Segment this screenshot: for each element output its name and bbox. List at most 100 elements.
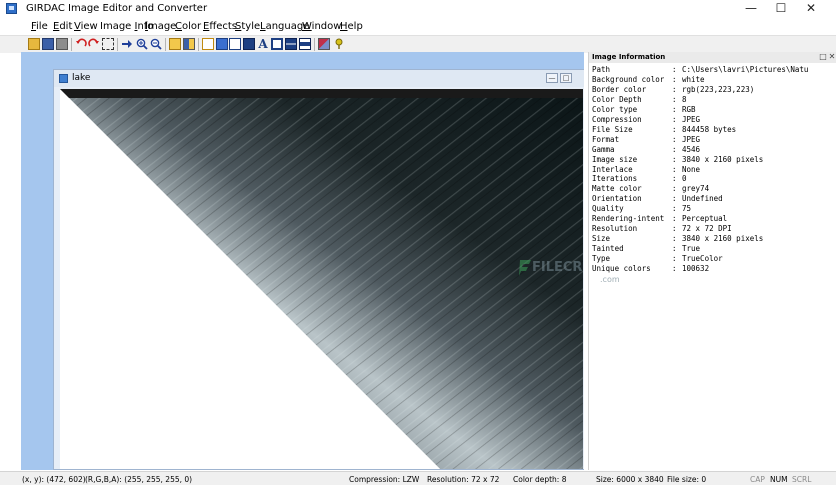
panel-title: Image Information [592, 53, 666, 61]
info-key: Orientation [592, 194, 642, 204]
menu-window[interactable]: Window [302, 21, 341, 32]
info-row: Format: JPEG [592, 135, 700, 145]
menu-edit[interactable]: Edit [53, 21, 72, 32]
print-icon[interactable] [56, 38, 68, 50]
toolbar-separator [165, 38, 166, 51]
eraser-icon[interactable] [318, 38, 330, 50]
layers-icon[interactable] [243, 38, 255, 50]
save-icon[interactable] [42, 38, 54, 50]
info-separator: : [672, 194, 677, 204]
watermark: FILECR .com [518, 258, 620, 290]
zoom-out-icon[interactable] [150, 38, 162, 50]
panel-icon[interactable] [169, 38, 181, 50]
window-title: GIRDAC Image Editor and Converter [26, 3, 208, 14]
app-icon [6, 3, 17, 14]
info-separator: : [672, 204, 677, 214]
info-separator: : [672, 184, 677, 194]
info-key: Color type [592, 104, 638, 114]
info-key: Unique colors [592, 264, 651, 273]
info-separator: : [672, 164, 677, 174]
zoom-in-icon[interactable] [136, 38, 148, 50]
info-row: Path: C:\Users\lavri\Pictures\Natu [592, 65, 808, 75]
info-row: Type: TrueColor [592, 254, 723, 264]
info-value: 100632 [682, 264, 710, 273]
info-separator: : [672, 134, 677, 144]
info-key: Quality [592, 204, 624, 214]
info-row: Image size:3840 x 2160 pixels [592, 155, 763, 165]
image-canvas[interactable] [60, 89, 583, 469]
info-separator: : [672, 174, 677, 184]
info-value: rgb(223,223,223) [682, 84, 755, 94]
info-separator: : [672, 234, 677, 244]
panel-restore-button[interactable]: □ [819, 53, 827, 61]
menu-color[interactable]: Color [175, 21, 201, 32]
info-key: Size [592, 234, 611, 244]
split-h-icon[interactable] [285, 38, 297, 50]
menu-bar: File Edit View Image Info Image Color Ef… [0, 19, 836, 35]
info-separator: : [672, 65, 677, 74]
info-value: C:\Users\lavri\Pictures\Natu [682, 65, 809, 74]
info-separator: : [672, 224, 677, 234]
status-cap: CAP [750, 475, 765, 484]
undo-icon[interactable] [75, 38, 87, 50]
info-key: Interlace [592, 164, 633, 174]
info-value: 0 [682, 174, 687, 184]
title-bar: GIRDAC Image Editor and Converter — ☐ ✕ [0, 0, 836, 18]
frame-icon[interactable] [271, 38, 283, 50]
panel-close-button[interactable]: ✕ [828, 53, 836, 61]
status-num: NUM [770, 475, 788, 484]
toolbar-separator [117, 38, 118, 51]
split-v-icon[interactable] [299, 38, 311, 50]
menu-file[interactable]: File [31, 21, 48, 32]
info-value: Undefined [682, 194, 723, 204]
menu-image[interactable]: Image [145, 21, 176, 32]
close-button[interactable]: ✕ [796, 0, 826, 18]
info-separator: : [672, 254, 677, 264]
status-scrl: SCRL [792, 475, 812, 484]
watermark-logo-icon [519, 260, 531, 276]
text-icon[interactable]: A [257, 38, 269, 50]
maximize-button[interactable]: ☐ [766, 0, 796, 18]
info-value: Perceptual [682, 214, 728, 224]
panel-alt-icon[interactable] [183, 38, 195, 50]
info-key: Format [592, 134, 620, 144]
status-color-depth: Color depth: 8 [513, 475, 567, 484]
pin-icon[interactable] [333, 38, 345, 50]
image-window-minimize-button[interactable]: — [546, 73, 558, 83]
info-value: 75 [682, 204, 692, 214]
select-icon[interactable] [102, 38, 114, 50]
rect-icon[interactable] [202, 38, 214, 50]
menu-help[interactable]: Help [340, 21, 363, 32]
info-row: Iterations:0 [592, 174, 687, 184]
info-key: Matte color [592, 184, 642, 194]
status-size: Size: 6000 x 3840 [596, 475, 664, 484]
image-window[interactable]: lake — □ [53, 69, 584, 470]
redo-icon[interactable] [88, 38, 100, 50]
window-icon[interactable] [229, 38, 241, 50]
image-window-titlebar[interactable]: lake — □ [54, 70, 584, 87]
image-icon[interactable] [216, 38, 228, 50]
forward-icon[interactable] [121, 38, 133, 50]
info-row: Size:3840 x 2160 pixels [592, 234, 763, 244]
info-value: True [682, 244, 701, 254]
menu-effects[interactable]: Effects [203, 21, 237, 32]
info-row: Background color: white [592, 75, 705, 85]
menu-view[interactable]: View [74, 21, 98, 32]
toolbar-separator [314, 38, 315, 51]
workspace: lake — □ [21, 52, 584, 470]
minimize-button[interactable]: — [736, 0, 766, 18]
status-resolution: Resolution: 72 x 72 [427, 475, 500, 484]
watermark-suffix: .com [600, 275, 620, 284]
toolbar: A [0, 35, 836, 53]
menu-style[interactable]: Style [235, 21, 260, 32]
open-icon[interactable] [28, 38, 40, 50]
info-separator: : [672, 154, 677, 164]
info-separator: : [672, 244, 677, 254]
info-key: Tainted [592, 244, 624, 254]
info-key: Color Depth [592, 94, 642, 104]
info-row: Color type: RGB [592, 105, 696, 115]
image-window-maximize-button[interactable]: □ [560, 73, 572, 83]
info-value: JPEG [682, 114, 701, 124]
info-separator: : [672, 104, 677, 114]
info-row: Border color: rgb(223,223,223) [592, 85, 754, 95]
